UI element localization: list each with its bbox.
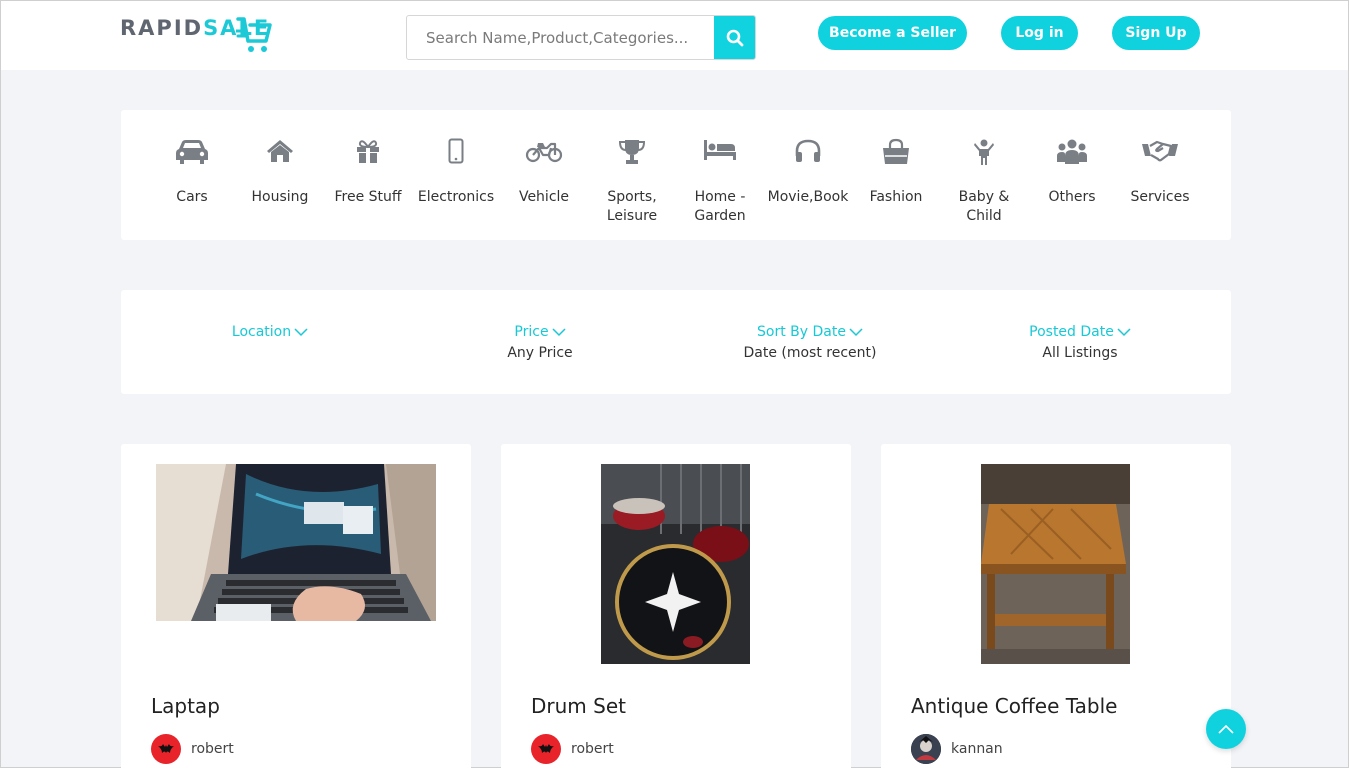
car-icon bbox=[176, 140, 208, 164]
logo-text-rapid: RAPID bbox=[120, 16, 204, 40]
category-housing[interactable]: Housing bbox=[236, 138, 324, 207]
category-baby-child[interactable]: Baby & Child bbox=[940, 138, 1028, 226]
search-icon bbox=[726, 29, 743, 46]
filter-title: Price bbox=[514, 324, 549, 340]
filter-value: Any Price bbox=[507, 345, 573, 361]
top-navbar: RAPIDSALE Become a Seller Log in Sign Up bbox=[1, 1, 1348, 70]
cart-icon bbox=[236, 17, 272, 52]
shopping-bag-icon bbox=[883, 138, 909, 164]
rapidsale-logo[interactable]: RAPIDSALE bbox=[120, 13, 275, 57]
category-free-stuff[interactable]: Free Stuff bbox=[324, 138, 412, 207]
category-label: Vehicle bbox=[518, 189, 570, 205]
filter-title: Sort By Date bbox=[757, 324, 846, 340]
trophy-icon bbox=[618, 140, 646, 164]
chevron-down-icon bbox=[552, 327, 566, 336]
category-electronics[interactable]: Electronics bbox=[412, 138, 500, 207]
bed-icon bbox=[704, 140, 736, 160]
become-seller-button[interactable]: Become a Seller bbox=[818, 16, 967, 50]
listing-author[interactable]: robert bbox=[151, 734, 234, 764]
listing-author[interactable]: robert bbox=[531, 734, 614, 764]
category-label: Others bbox=[1048, 189, 1096, 205]
filter-posted-date[interactable]: Posted Date All Listings bbox=[970, 321, 1190, 361]
chevron-up-icon bbox=[1218, 724, 1234, 734]
mobile-icon bbox=[448, 138, 464, 164]
search-button[interactable] bbox=[714, 16, 755, 59]
chevron-down-icon bbox=[294, 327, 308, 336]
motorcycle-icon bbox=[525, 142, 563, 163]
signup-button[interactable]: Sign Up bbox=[1112, 16, 1200, 50]
listing-author[interactable]: kannan bbox=[911, 734, 1003, 764]
filter-bar: Location Price Any Price Sort By Date Da… bbox=[121, 290, 1231, 394]
login-button[interactable]: Log in bbox=[1001, 16, 1078, 50]
filter-title: Location bbox=[231, 324, 292, 340]
author-name: robert bbox=[191, 741, 234, 757]
avatar bbox=[531, 734, 561, 764]
category-cars[interactable]: Cars bbox=[148, 138, 236, 207]
child-icon bbox=[974, 139, 994, 165]
listing-title[interactable]: Laptap bbox=[151, 694, 220, 718]
scroll-to-top-button[interactable] bbox=[1206, 709, 1246, 749]
home-icon bbox=[267, 140, 293, 162]
search-bar bbox=[406, 15, 756, 60]
category-label: Fashion bbox=[869, 189, 923, 205]
listing-card[interactable]: Laptap robert bbox=[121, 444, 471, 768]
listing-photo-laptop[interactable] bbox=[156, 464, 436, 621]
filter-value: Date (most recent) bbox=[743, 345, 877, 361]
category-label: Home - Garden bbox=[694, 189, 746, 224]
author-name: robert bbox=[571, 741, 614, 757]
category-services[interactable]: Services bbox=[1116, 138, 1204, 207]
avatar bbox=[911, 734, 941, 764]
author-name: kannan bbox=[951, 741, 1003, 757]
category-sports-leisure[interactable]: Sports, Leisure bbox=[588, 138, 676, 226]
filter-value: All Listings bbox=[1042, 345, 1118, 361]
gift-icon bbox=[357, 140, 379, 163]
chevron-down-icon bbox=[849, 327, 863, 336]
headphones-icon bbox=[795, 139, 821, 162]
category-bar: Cars Housing Free Stuff Electronics Vehi… bbox=[121, 110, 1231, 240]
category-label: Sports, Leisure bbox=[606, 189, 658, 224]
search-input[interactable] bbox=[407, 16, 715, 59]
chevron-down-icon bbox=[1117, 327, 1131, 336]
handshake-icon bbox=[1142, 140, 1178, 162]
category-label: Electronics bbox=[417, 189, 495, 205]
category-label: Services bbox=[1130, 189, 1190, 205]
category-label: Movie,Book bbox=[767, 189, 849, 205]
avatar bbox=[151, 734, 181, 764]
category-others[interactable]: Others bbox=[1028, 138, 1116, 207]
profile-avatar-icon bbox=[911, 734, 941, 764]
filter-location[interactable]: Location bbox=[160, 321, 380, 345]
category-home-garden[interactable]: Home - Garden bbox=[676, 138, 764, 226]
category-label: Cars bbox=[176, 189, 208, 205]
users-icon bbox=[1057, 139, 1087, 164]
category-label: Free Stuff bbox=[334, 189, 402, 205]
listing-photo-coffee-table[interactable] bbox=[981, 464, 1130, 664]
bat-logo-icon bbox=[538, 744, 554, 753]
category-label: Housing bbox=[251, 189, 309, 205]
listing-card[interactable]: Drum Set robert bbox=[501, 444, 851, 768]
filter-price[interactable]: Price Any Price bbox=[430, 321, 650, 361]
filter-title: Posted Date bbox=[1029, 324, 1114, 340]
bat-logo-icon bbox=[158, 744, 174, 753]
listing-title[interactable]: Antique Coffee Table bbox=[911, 694, 1117, 718]
category-vehicle[interactable]: Vehicle bbox=[500, 138, 588, 207]
category-movie-book[interactable]: Movie,Book bbox=[764, 138, 852, 207]
listing-photo-drum-set[interactable] bbox=[601, 464, 750, 664]
listing-card[interactable]: Antique Coffee Table kannan bbox=[881, 444, 1231, 768]
filter-sort-by-date[interactable]: Sort By Date Date (most recent) bbox=[700, 321, 920, 361]
category-fashion[interactable]: Fashion bbox=[852, 138, 940, 207]
category-label: Baby & Child bbox=[958, 189, 1010, 224]
listing-title[interactable]: Drum Set bbox=[531, 694, 626, 718]
